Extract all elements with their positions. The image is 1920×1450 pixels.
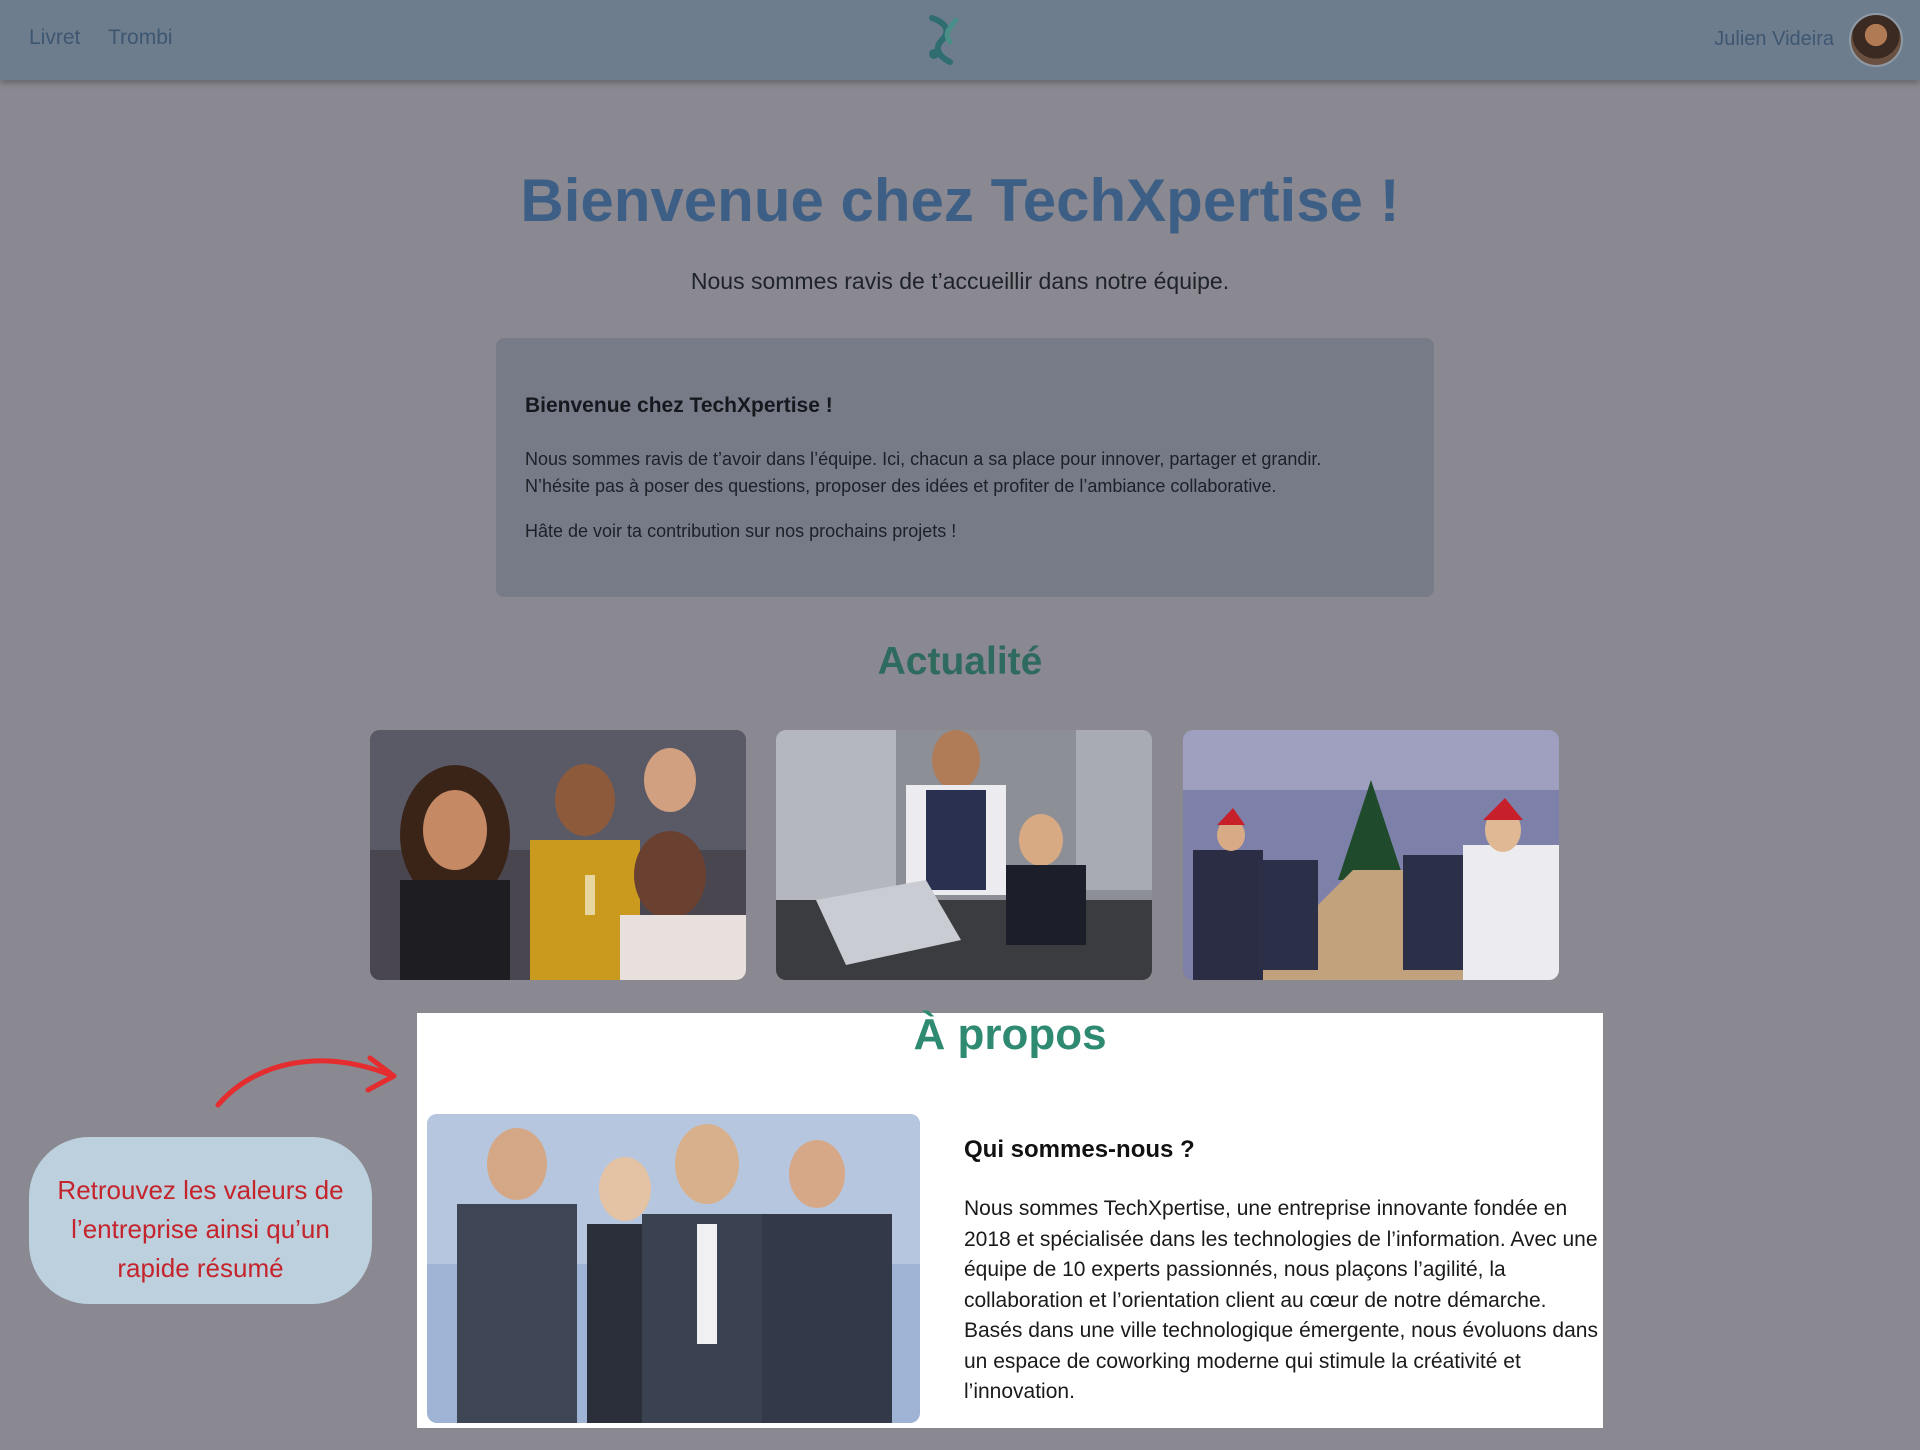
- welcome-card-line-2: N’hésite pas à poser des questions, prop…: [525, 476, 1277, 496]
- welcome-card-heading: Bienvenue chez TechXpertise !: [525, 394, 833, 417]
- user-name[interactable]: Julien Videira: [1714, 28, 1834, 51]
- techxpertise-logo-icon[interactable]: [922, 12, 968, 68]
- about-section-title: À propos: [913, 1010, 1107, 1059]
- about-text-block: Qui sommes-nous ? Nous sommes TechXperti…: [964, 1136, 1600, 1408]
- top-navbar: Livret Trombi Julien Videira: [0, 0, 1920, 80]
- news-image-christmas-meeting[interactable]: [1183, 730, 1559, 980]
- page-title: Bienvenue chez TechXpertise !: [520, 167, 1400, 234]
- welcome-card-paragraph: Nous sommes ravis de t’avoir dans l’équi…: [525, 446, 1406, 500]
- team-celebration-photo: [370, 730, 746, 980]
- office-mentoring-photo: [776, 730, 1152, 980]
- annotation-callout: Retrouvez les valeurs de l’entreprise ai…: [29, 1137, 372, 1304]
- nav-link-trombi[interactable]: Trombi: [108, 26, 173, 50]
- page-subtitle: Nous sommes ravis de t’accueillir dans n…: [690, 268, 1230, 294]
- user-avatar[interactable]: [1849, 13, 1903, 67]
- callout-arrow-icon: [215, 1055, 397, 1108]
- about-team-image: [427, 1114, 920, 1423]
- welcome-card-line-1: Nous sommes ravis de t’avoir dans l’équi…: [525, 449, 1322, 469]
- christmas-meeting-photo: [1183, 730, 1559, 980]
- about-description: Nous sommes TechXpertise, une entreprise…: [964, 1197, 1598, 1403]
- nav-link-livret[interactable]: Livret: [29, 26, 80, 50]
- welcome-card-closing: Hâte de voir ta contribution sur nos pro…: [525, 521, 957, 541]
- about-heading: Qui sommes-nous ?: [964, 1136, 1195, 1163]
- news-image-office-mentoring[interactable]: [776, 730, 1152, 980]
- news-image-team-celebration[interactable]: [370, 730, 746, 980]
- business-team-photo: [427, 1114, 920, 1423]
- news-section-title: Actualité: [877, 640, 1043, 683]
- welcome-card: Bienvenue chez TechXpertise ! Nous somme…: [496, 338, 1434, 597]
